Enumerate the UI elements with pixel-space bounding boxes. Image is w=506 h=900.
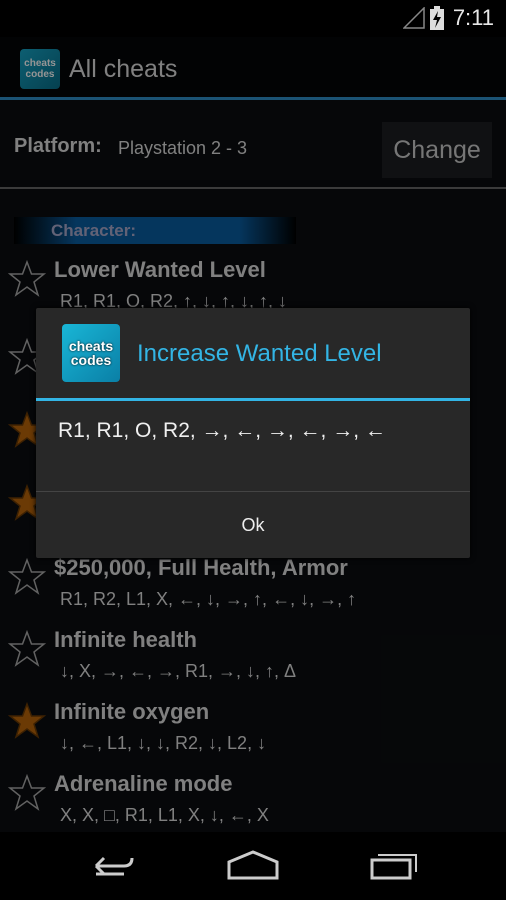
dialog-code: R1, R1, O, R2, →, ←, →, ←, →, ← — [58, 419, 386, 442]
ok-button[interactable]: Ok — [36, 492, 470, 558]
dialog-title: Increase Wanted Level — [137, 340, 382, 367]
recent-apps-icon[interactable] — [370, 850, 420, 885]
navigation-bar — [0, 832, 506, 900]
clock: 7:11 — [452, 5, 494, 30]
signal-icon — [403, 7, 425, 29]
cheat-dialog: cheats codes Increase Wanted Level R1, R1… — [36, 308, 470, 558]
back-icon[interactable] — [88, 850, 136, 885]
status-bar: 7:11 — [0, 0, 506, 37]
dialog-logo: cheats codes — [62, 324, 120, 382]
battery-charging-icon — [430, 6, 444, 30]
dialog-divider — [36, 398, 470, 401]
home-icon[interactable] — [227, 850, 279, 885]
